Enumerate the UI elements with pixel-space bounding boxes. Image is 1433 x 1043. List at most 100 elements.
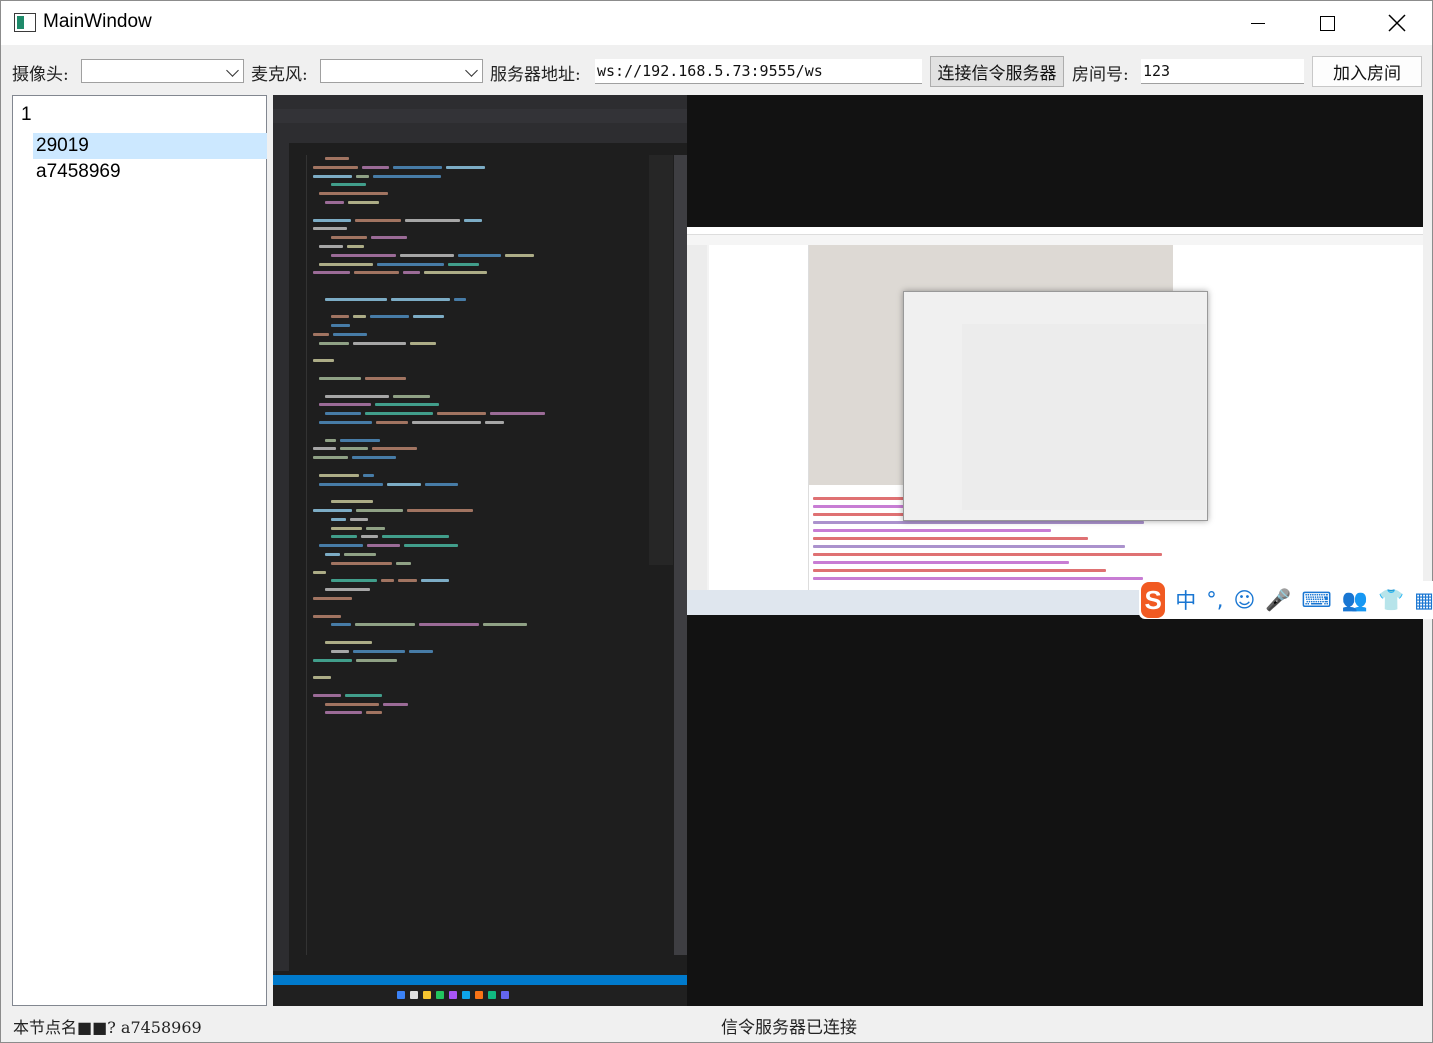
- remote-title: [687, 227, 1423, 235]
- tree-child-item[interactable]: a7458969: [33, 159, 267, 185]
- ime-toolbox-icon[interactable]: ▦: [1414, 588, 1433, 612]
- code-line-mark: [363, 473, 374, 477]
- code-line-mark: [387, 482, 421, 486]
- code-line-mark: [325, 412, 361, 416]
- ime-keyboard-icon[interactable]: ⌨: [1302, 588, 1332, 612]
- code-line-mark: [319, 377, 361, 380]
- code-line-mark: [421, 579, 449, 583]
- code-line-mark: [344, 553, 376, 556]
- window-title: MainWindow: [43, 11, 152, 32]
- ime-voice-icon[interactable]: 🎤: [1265, 588, 1291, 613]
- code-line-mark: [355, 623, 415, 627]
- code-line-mark: [365, 377, 406, 380]
- video-taskbar: [273, 985, 687, 1006]
- code-line-mark: [325, 438, 336, 442]
- code-line-mark: [448, 262, 479, 266]
- code-line-mark: [409, 649, 433, 653]
- remote-video-view: [687, 95, 1423, 1006]
- remote-tree: [709, 245, 809, 590]
- code-line-mark: [319, 403, 371, 407]
- tree-root-item[interactable]: 1: [21, 104, 32, 126]
- code-line-mark: [331, 315, 349, 319]
- ime-punctuation-icon[interactable]: °,: [1206, 588, 1223, 612]
- code-line-mark: [347, 245, 364, 248]
- code-line-mark: [400, 253, 454, 257]
- remote-sidebar: [687, 245, 707, 590]
- close-button[interactable]: [1362, 1, 1432, 45]
- mic-label: 麦克风:: [251, 65, 308, 85]
- code-line-mark: [313, 456, 348, 460]
- code-line-mark: [331, 579, 377, 583]
- camera-label: 摄像头:: [12, 65, 69, 85]
- code-line-mark: [407, 509, 473, 512]
- signal-status: 信令服务器已连接: [721, 1018, 857, 1038]
- code-line-mark: [340, 447, 368, 451]
- code-line-mark: [367, 544, 400, 548]
- code-line-mark: [325, 157, 349, 160]
- code-line-mark: [505, 253, 534, 257]
- minimize-button[interactable]: [1223, 1, 1293, 45]
- server-label: 服务器地址:: [490, 65, 581, 85]
- code-line-mark: [331, 500, 373, 504]
- log-line-mark: [813, 569, 1106, 572]
- code-line-mark: [331, 183, 366, 187]
- code-line-mark: [325, 702, 379, 706]
- ime-toolbar[interactable]: S 中 °, ☺ 🎤 ⌨ 👥 👕 ▦: [1139, 581, 1433, 619]
- code-line-mark: [313, 614, 341, 618]
- ime-skin-icon[interactable]: 👕: [1378, 588, 1404, 613]
- tree-child-item[interactable]: 29019: [33, 133, 267, 159]
- code-line-mark: [331, 561, 392, 565]
- code-line-mark: [352, 456, 396, 460]
- code-line-mark: [340, 438, 380, 442]
- status-bar: 本节点名■■? a7458969 信令服务器已连接: [1, 1008, 1432, 1042]
- ime-emoji-icon[interactable]: ☺: [1233, 588, 1255, 612]
- connect-server-button[interactable]: 连接信令服务器: [930, 56, 1064, 87]
- code-line-mark: [483, 623, 527, 627]
- code-line-mark: [331, 649, 349, 653]
- code-line-mark: [319, 421, 372, 424]
- title-bar[interactable]: MainWindow: [1, 1, 1432, 45]
- code-line-mark: [382, 535, 449, 539]
- code-line-mark: [424, 271, 487, 275]
- maximize-button[interactable]: [1292, 1, 1362, 45]
- ime-user-icon[interactable]: 👥: [1342, 588, 1368, 613]
- code-line-mark: [313, 359, 334, 363]
- code-line-mark: [419, 623, 479, 627]
- code-line-mark: [391, 297, 450, 301]
- minimize-icon: [1251, 22, 1265, 24]
- taskbar-app-icon: [449, 991, 457, 999]
- code-line-mark: [458, 253, 501, 257]
- code-line-mark: [376, 421, 408, 424]
- code-line-mark: [345, 693, 382, 697]
- code-line-mark: [313, 227, 347, 231]
- main-window: MainWindow 摄像头: 麦克风: 服务器地址: ws://192.168…: [0, 0, 1433, 1043]
- join-room-button[interactable]: 加入房间: [1312, 56, 1422, 87]
- video-ide-toolbar: [273, 109, 687, 123]
- code-line-mark: [381, 579, 394, 583]
- code-line-mark: [325, 588, 370, 592]
- nested-video: [962, 324, 1206, 510]
- ime-chinese-mode[interactable]: 中: [1175, 585, 1196, 615]
- code-line-mark: [454, 297, 466, 301]
- server-address-input[interactable]: ws://192.168.5.73:9555/ws: [595, 59, 922, 84]
- log-line-mark: [813, 521, 1144, 524]
- code-line-mark: [403, 271, 420, 275]
- code-line-mark: [313, 693, 341, 697]
- peer-tree[interactable]: 1 29019 a7458969: [12, 95, 267, 1006]
- taskbar-app-icon: [410, 991, 418, 999]
- mic-select[interactable]: [320, 59, 483, 83]
- close-icon: [1388, 14, 1406, 32]
- camera-select[interactable]: [81, 59, 244, 83]
- code-line-mark: [410, 341, 436, 345]
- sogou-logo-icon[interactable]: S: [1141, 582, 1166, 618]
- code-line-mark: [331, 623, 351, 627]
- nested-main-window: [903, 291, 1208, 521]
- code-line-mark: [412, 421, 481, 424]
- code-line-mark: [348, 201, 379, 204]
- code-line-mark: [356, 174, 369, 178]
- app-icon: [14, 13, 36, 32]
- room-label: 房间号:: [1072, 65, 1129, 85]
- remote-panel: [1173, 245, 1423, 590]
- room-number-input[interactable]: 123: [1141, 59, 1304, 84]
- taskbar-app-icon: [475, 991, 483, 999]
